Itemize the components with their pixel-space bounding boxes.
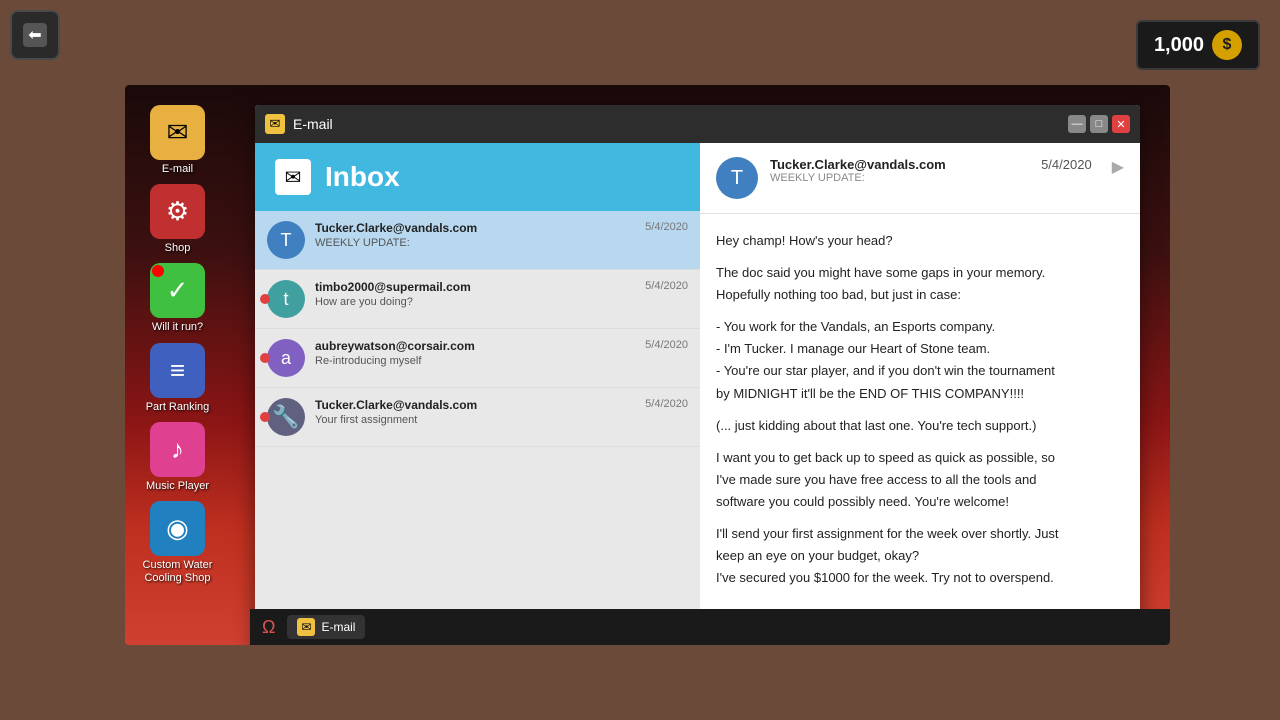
detail-date: 5/4/2020 [1041,157,1092,172]
minimize-button[interactable]: — [1068,115,1086,133]
screen: ✉ E-mail ⚙ Shop ✓ Will it run? ≡ Part Ra… [125,85,1170,645]
email-line-6: I'll send your first assignment for the … [716,523,1124,589]
email-date-0: 5/4/2020 [645,221,688,233]
desktop-icon-music-player[interactable]: ♪ Music Player [140,422,215,493]
inbox-icon: ✉ [275,159,311,195]
email-subject-1: How are you doing? [315,296,635,308]
detail-subject-label: WEEKLY UPDATE: [770,172,1029,184]
email-item-3[interactable]: 🔧 Tucker.Clarke@vandals.com Your first a… [255,388,700,447]
inbox-title: Inbox [325,161,400,193]
desktop-icon-will-it-run-label: Will it run? [152,321,203,334]
email-date-1: 5/4/2020 [645,280,688,292]
email-left-panel: ✉ Inbox T Tucker.Clarke@vandals.com WEEK… [255,143,700,645]
email-item-2[interactable]: a aubreywatson@corsair.com Re-introducin… [255,329,700,388]
title-bar-icon: ✉ [265,114,285,134]
desktop-icon-email[interactable]: ✉ E-mail [140,105,215,176]
email-avatar-1: t [267,280,305,318]
email-body: ✉ Inbox T Tucker.Clarke@vandals.com WEEK… [255,143,1140,645]
desktop-icon-part-ranking[interactable]: ≡ Part Ranking [140,343,215,414]
desktop-icons: ✉ E-mail ⚙ Shop ✓ Will it run? ≡ Part Ra… [140,105,215,585]
title-bar-buttons: — □ ✕ [1068,115,1130,133]
title-bar: ✉ E-mail — □ ✕ [255,105,1140,143]
email-info-1: timbo2000@supermail.com How are you doin… [315,280,635,308]
inbox-header: ✉ Inbox [255,143,700,211]
money-amount: 1,000 [1154,34,1204,57]
title-bar-text: E-mail [293,116,1060,132]
email-avatar-3: 🔧 [267,398,305,436]
will-it-run-dot [152,265,164,277]
email-right-panel: T Tucker.Clarke@vandals.com WEEKLY UPDAT… [700,143,1140,645]
email-sender-2: aubreywatson@corsair.com [315,339,635,353]
scroll-right-arrow: ▶ [1112,157,1124,177]
desktop-icon-will-it-run[interactable]: ✓ Will it run? [140,263,215,334]
desktop-icon-music-player-label: Music Player [146,480,209,493]
desktop-icon-shop-label: Shop [165,242,191,255]
email-scroll-area[interactable]: Hey champ! How's your head? The doc said… [700,214,1140,645]
back-icon: ⬅ [21,21,49,49]
email-sender-1: timbo2000@supermail.com [315,280,635,294]
email-avatar-2: a [267,339,305,377]
email-sender-0: Tucker.Clarke@vandals.com [315,221,635,235]
desktop-icon-shop[interactable]: ⚙ Shop [140,184,215,255]
desktop-icon-custom-water-label: Custom Water Cooling Shop [140,559,215,585]
email-list: T Tucker.Clarke@vandals.com WEEKLY UPDAT… [255,211,700,645]
email-item-0[interactable]: T Tucker.Clarke@vandals.com WEEKLY UPDAT… [255,211,700,270]
email-sender-3: Tucker.Clarke@vandals.com [315,398,635,412]
desktop-icon-email-label: E-mail [162,163,193,176]
email-line-5: I want you to get back up to speed as qu… [716,447,1124,513]
email-avatar-0: T [267,221,305,259]
email-line-2: The doc said you might have some gaps in… [716,262,1124,306]
email-line-3: - You work for the Vandals, an Esports c… [716,316,1124,404]
email-info-2: aubreywatson@corsair.com Re-introducing … [315,339,635,367]
detail-avatar: T [716,157,758,199]
taskbar: Ω ✉ E-mail 6:44 AM [250,609,1170,645]
maximize-button[interactable]: □ [1090,115,1108,133]
detail-sender: Tucker.Clarke@vandals.com [770,157,1029,172]
taskbar-email-label: E-mail [321,620,355,634]
email-window: ✉ E-mail — □ ✕ ✉ Inbox T [255,105,1140,645]
taskbar-email-item[interactable]: ✉ E-mail [287,615,365,639]
email-content: Hey champ! How's your head? The doc said… [716,230,1124,589]
email-subject-0: WEEKLY UPDATE: [315,237,635,249]
desktop-icon-custom-water[interactable]: ◉ Custom Water Cooling Shop [140,501,215,585]
email-line-4: (... just kidding about that last one. Y… [716,415,1124,437]
email-date-3: 5/4/2020 [645,398,688,410]
money-icon: $ [1212,30,1242,60]
detail-header-info: Tucker.Clarke@vandals.com WEEKLY UPDATE: [770,157,1029,184]
svg-text:⬅: ⬅ [28,27,41,44]
headphone-icon: Ω [262,617,275,638]
email-line-1: Hey champ! How's your head? [716,230,1124,252]
email-date-2: 5/4/2020 [645,339,688,351]
taskbar-email-icon: ✉ [297,618,315,636]
email-info-3: Tucker.Clarke@vandals.com Your first ass… [315,398,635,426]
email-detail-header: T Tucker.Clarke@vandals.com WEEKLY UPDAT… [700,143,1140,214]
back-button[interactable]: ⬅ [10,10,60,60]
money-display: 1,000 $ [1136,20,1260,70]
email-subject-2: Re-introducing myself [315,355,635,367]
email-item-1[interactable]: t timbo2000@supermail.com How are you do… [255,270,700,329]
email-info-0: Tucker.Clarke@vandals.com WEEKLY UPDATE: [315,221,635,249]
email-subject-3: Your first assignment [315,414,635,426]
close-button[interactable]: ✕ [1112,115,1130,133]
desktop-icon-part-ranking-label: Part Ranking [146,401,210,414]
